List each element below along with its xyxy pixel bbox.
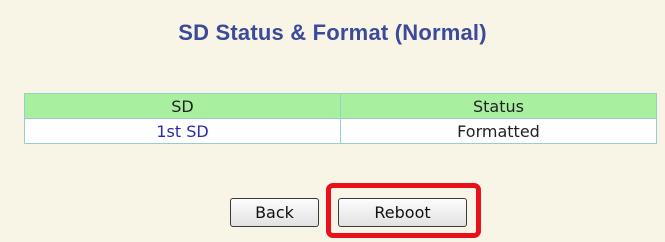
table-header-row: SD Status xyxy=(24,93,657,119)
sd-name-cell[interactable]: 1st SD xyxy=(24,118,341,144)
page-title: SD Status & Format (Normal) xyxy=(178,20,487,45)
column-header-status: Status xyxy=(340,93,657,119)
table-row: 1st SD Formatted xyxy=(24,118,657,144)
back-button[interactable]: Back xyxy=(230,198,319,227)
reboot-highlight-box xyxy=(326,183,481,238)
sd-status-cell: Formatted xyxy=(340,118,657,144)
column-header-sd: SD xyxy=(24,93,341,119)
sd-status-table: SD Status 1st SD Formatted xyxy=(24,93,657,144)
